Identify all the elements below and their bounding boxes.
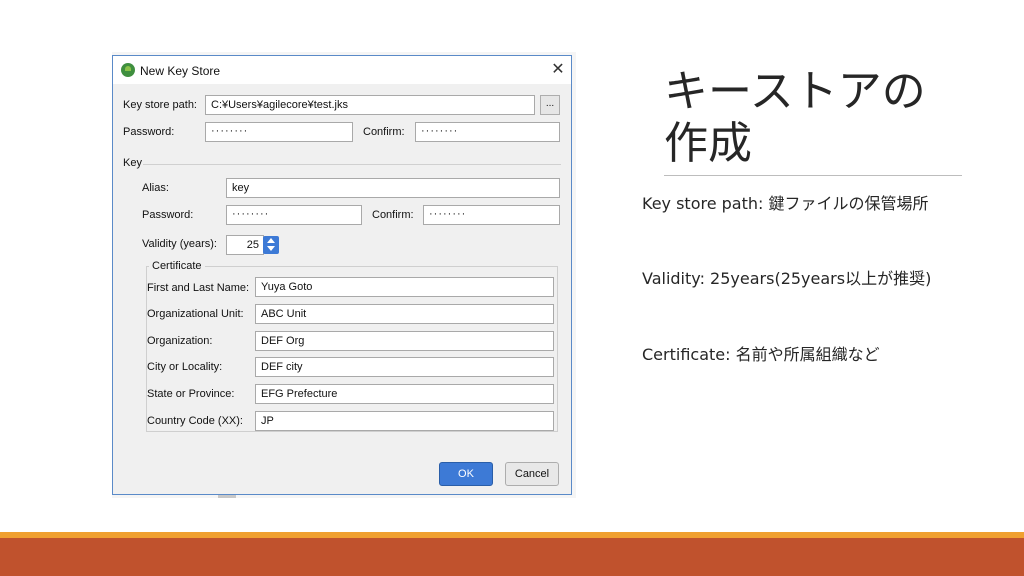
key-store-path-field[interactable]: C:¥Users¥agilecore¥test.jks	[205, 95, 535, 115]
dialog-screenshot: New Key Store ✕ Key store path: C:¥Users…	[112, 52, 576, 498]
city-field[interactable]: DEF city	[255, 357, 554, 377]
city-label: City or Locality:	[147, 361, 223, 373]
key-store-path-label: Key store path:	[123, 99, 197, 111]
dialog-titlebar: New Key Store ✕	[113, 56, 571, 84]
alias-field[interactable]: key	[226, 178, 560, 198]
org-unit-label: Organizational Unit:	[147, 308, 244, 320]
close-icon[interactable]: ✕	[549, 61, 567, 79]
alias-label: Alias:	[142, 182, 169, 194]
bullet-certificate: Certificate: 名前や所属組織など	[642, 345, 880, 364]
key-section-label: Key	[123, 157, 142, 169]
certificate-legend: Certificate	[149, 260, 205, 272]
ok-button[interactable]: OK	[439, 462, 493, 486]
validity-label: Validity (years):	[142, 238, 217, 250]
password-field[interactable]: ········	[205, 122, 353, 142]
key-password-label: Password:	[142, 209, 194, 221]
state-field[interactable]: EFG Prefecture	[255, 384, 554, 404]
validity-spinner-icon[interactable]	[263, 236, 279, 254]
state-label: State or Province:	[147, 388, 235, 400]
first-last-name-field[interactable]: Yuya Goto	[255, 277, 554, 297]
country-field[interactable]: JP	[255, 411, 554, 431]
password-label: Password:	[123, 126, 175, 138]
validity-field[interactable]: 25	[226, 235, 264, 255]
browse-button[interactable]: ...	[540, 95, 560, 115]
first-last-name-label: First and Last Name:	[147, 282, 250, 294]
key-confirm-label: Confirm:	[372, 209, 414, 221]
key-confirm-field[interactable]: ········	[423, 205, 560, 225]
country-label: Country Code (XX):	[147, 415, 243, 427]
title-divider	[664, 175, 962, 176]
footer-bar	[0, 538, 1024, 576]
bullet-key-store-path: Key store path: 鍵ファイルの保管場所	[642, 194, 929, 213]
cancel-button[interactable]: Cancel	[505, 462, 559, 486]
organization-field[interactable]: DEF Org	[255, 331, 554, 351]
new-key-store-dialog: New Key Store ✕ Key store path: C:¥Users…	[112, 55, 572, 495]
android-studio-icon	[121, 63, 135, 77]
slide-title: キーストアの作成	[664, 66, 926, 169]
dialog-title: New Key Store	[140, 64, 221, 78]
org-unit-field[interactable]: ABC Unit	[255, 304, 554, 324]
confirm-label: Confirm:	[363, 126, 405, 138]
organization-label: Organization:	[147, 335, 213, 347]
bullet-validity: Validity: 25years(25years以上が推奨)	[642, 269, 932, 288]
key-password-field[interactable]: ········	[226, 205, 362, 225]
confirm-field[interactable]: ········	[415, 122, 560, 142]
key-section-divider	[143, 164, 561, 165]
